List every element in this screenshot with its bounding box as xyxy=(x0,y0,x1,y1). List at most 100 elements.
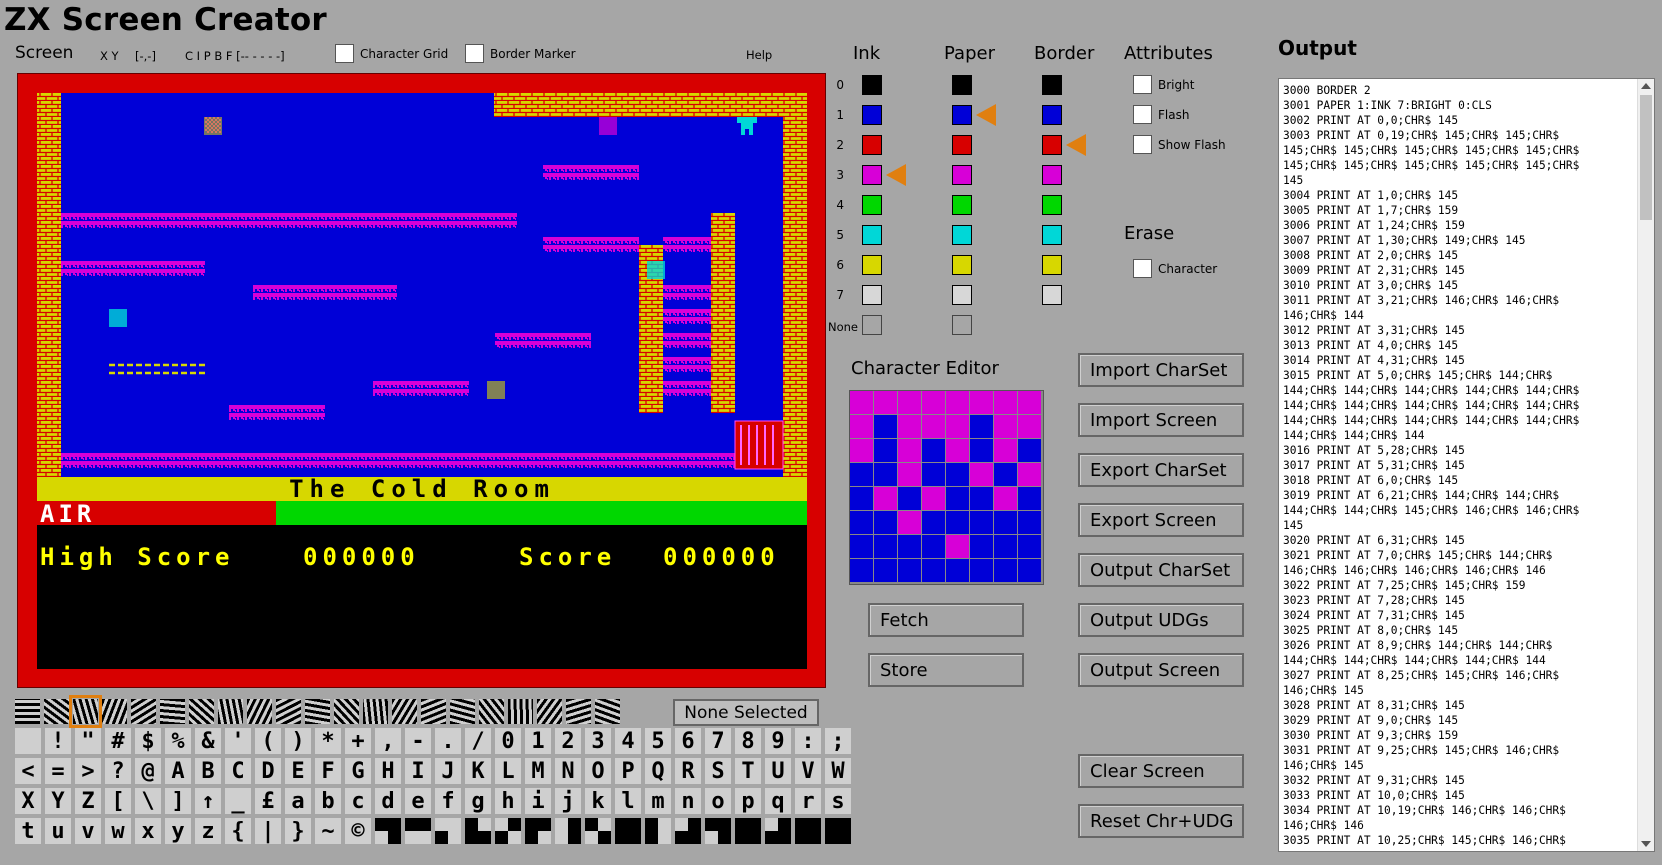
charset-glyph[interactable]: ; xyxy=(825,728,851,754)
import-charset-button[interactable]: Import CharSet xyxy=(1078,353,1244,387)
editor-pixel[interactable] xyxy=(898,511,922,535)
editor-pixel[interactable] xyxy=(970,439,994,463)
charset-glyph[interactable]: r xyxy=(795,788,821,814)
charset-glyph[interactable]: U xyxy=(765,758,791,784)
editor-pixel[interactable] xyxy=(850,415,874,439)
charset-glyph[interactable]: k xyxy=(585,788,611,814)
charset-glyph[interactable]: £ xyxy=(255,788,281,814)
border-swatch-1[interactable] xyxy=(1042,105,1062,125)
editor-pixel[interactable] xyxy=(970,559,994,583)
charset-glyph[interactable]: ! xyxy=(45,728,71,754)
charset-glyph[interactable]: G xyxy=(345,758,371,784)
flash-checkbox[interactable] xyxy=(1133,105,1152,124)
reset-chr-udg-button[interactable]: Reset Chr+UDG xyxy=(1078,804,1244,838)
editor-pixel[interactable] xyxy=(946,487,970,511)
udg-tile[interactable] xyxy=(537,699,562,724)
charset-glyph[interactable]: # xyxy=(105,728,131,754)
charset-glyph[interactable]: h xyxy=(495,788,521,814)
udg-tile[interactable] xyxy=(566,699,591,724)
border-swatch-3[interactable] xyxy=(1042,165,1062,185)
editor-pixel[interactable] xyxy=(1018,559,1042,583)
block-graphic-glyph[interactable] xyxy=(735,818,761,844)
help-link[interactable]: Help xyxy=(746,48,772,62)
paper-swatch-3[interactable] xyxy=(952,165,972,185)
udg-tile[interactable] xyxy=(479,699,504,724)
charset-glyph[interactable]: H xyxy=(375,758,401,784)
udg-tile[interactable] xyxy=(595,699,620,724)
paper-swatch-4[interactable] xyxy=(952,195,972,215)
charset-glyph[interactable]: S xyxy=(705,758,731,784)
editor-pixel[interactable] xyxy=(898,535,922,559)
editor-pixel[interactable] xyxy=(898,415,922,439)
paper-swatch-7[interactable] xyxy=(952,285,972,305)
editor-pixel[interactable] xyxy=(922,487,946,511)
editor-pixel[interactable] xyxy=(850,391,874,415)
editor-pixel[interactable] xyxy=(874,487,898,511)
import-screen-button[interactable]: Import Screen xyxy=(1078,403,1244,437)
udg-tile[interactable] xyxy=(305,699,330,724)
border-marker-toggle[interactable]: Border Marker xyxy=(465,44,576,63)
block-graphic-glyph[interactable] xyxy=(465,818,491,844)
charset-glyph[interactable]: Q xyxy=(645,758,671,784)
charset-glyph[interactable]: = xyxy=(45,758,71,784)
charset-glyph[interactable]: 9 xyxy=(765,728,791,754)
charset-glyph[interactable]: ( xyxy=(255,728,281,754)
ink-swatch-2[interactable] xyxy=(862,135,882,155)
charset-glyph[interactable]: . xyxy=(435,728,461,754)
editor-pixel[interactable] xyxy=(970,511,994,535)
udg-tile[interactable] xyxy=(363,699,388,724)
charset-glyph[interactable]: + xyxy=(345,728,371,754)
charset-glyph[interactable]: c xyxy=(345,788,371,814)
editor-pixel[interactable] xyxy=(946,415,970,439)
paper-swatch-2[interactable] xyxy=(952,135,972,155)
charset-glyph[interactable]: g xyxy=(465,788,491,814)
charset-glyph[interactable]: ? xyxy=(105,758,131,784)
charset-glyph[interactable]: n xyxy=(675,788,701,814)
editor-pixel[interactable] xyxy=(994,415,1018,439)
block-graphic-glyph[interactable] xyxy=(585,818,611,844)
editor-pixel[interactable] xyxy=(922,535,946,559)
block-graphic-glyph[interactable] xyxy=(795,818,821,844)
editor-pixel[interactable] xyxy=(922,439,946,463)
charset-glyph[interactable]: y xyxy=(165,818,191,844)
paper-swatch-none[interactable] xyxy=(952,315,972,335)
store-button[interactable]: Store xyxy=(868,653,1024,687)
block-graphic-glyph[interactable] xyxy=(705,818,731,844)
character-grid-toggle[interactable]: Character Grid xyxy=(335,44,448,63)
charset-glyph[interactable]: & xyxy=(195,728,221,754)
editor-pixel[interactable] xyxy=(898,487,922,511)
block-graphic-glyph[interactable] xyxy=(675,818,701,844)
editor-pixel[interactable] xyxy=(994,511,1018,535)
charset-glyph[interactable]: 8 xyxy=(735,728,761,754)
charset-glyph[interactable]: j xyxy=(555,788,581,814)
paper-swatch-0[interactable] xyxy=(952,75,972,95)
output-udgs-button[interactable]: Output UDGs xyxy=(1078,603,1244,637)
editor-pixel[interactable] xyxy=(970,535,994,559)
editor-pixel[interactable] xyxy=(1018,487,1042,511)
udg-tile[interactable] xyxy=(508,699,533,724)
charset-glyph[interactable]: o xyxy=(705,788,731,814)
charset-glyph[interactable]: I xyxy=(405,758,431,784)
charset-glyph[interactable]: R xyxy=(675,758,701,784)
block-graphic-glyph[interactable] xyxy=(405,818,431,844)
charset-glyph[interactable]: 6 xyxy=(675,728,701,754)
block-graphic-glyph[interactable] xyxy=(615,818,641,844)
udg-tile[interactable] xyxy=(392,699,417,724)
editor-pixel[interactable] xyxy=(874,415,898,439)
editor-pixel[interactable] xyxy=(1018,391,1042,415)
charset-glyph[interactable]: - xyxy=(405,728,431,754)
charset-glyph[interactable]: E xyxy=(285,758,311,784)
udg-tile[interactable] xyxy=(44,699,69,724)
charset-glyph[interactable]: z xyxy=(195,818,221,844)
charset-glyph[interactable]: X xyxy=(15,788,41,814)
udg-tile[interactable] xyxy=(15,699,40,724)
scroll-up-icon[interactable] xyxy=(1641,83,1651,89)
editor-pixel[interactable] xyxy=(922,463,946,487)
block-graphic-glyph[interactable] xyxy=(435,818,461,844)
charset-glyph[interactable]: i xyxy=(525,788,551,814)
charset-glyph[interactable]: $ xyxy=(135,728,161,754)
editor-pixel[interactable] xyxy=(994,463,1018,487)
charset-glyph[interactable]: m xyxy=(645,788,671,814)
editor-pixel[interactable] xyxy=(874,535,898,559)
editor-pixel[interactable] xyxy=(850,559,874,583)
